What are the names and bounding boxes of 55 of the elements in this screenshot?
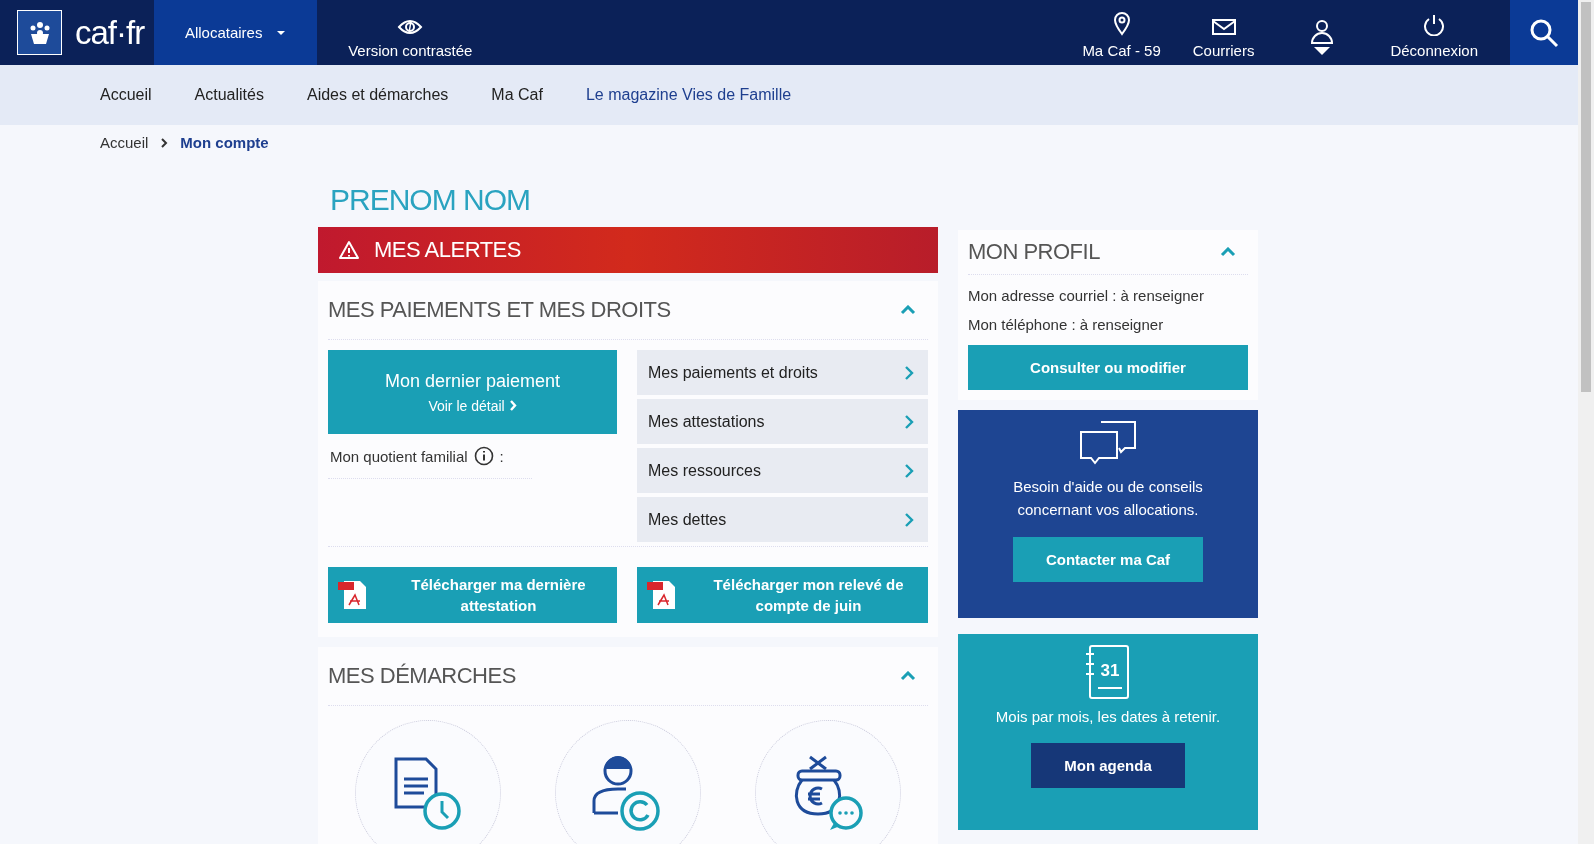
- user-caret-icon: [1310, 19, 1335, 57]
- my-caf-link[interactable]: Ma Caf - 59: [1066, 0, 1177, 65]
- section-heading: MON PROFIL: [968, 239, 1100, 265]
- eye-icon: [397, 18, 424, 36]
- warning-icon: [338, 240, 360, 260]
- account-link[interactable]: Mes attestations: [637, 399, 928, 444]
- nav-link[interactable]: Ma Caf: [491, 86, 543, 104]
- audience-dropdown[interactable]: Allocataires: [154, 0, 318, 65]
- section-heading: MES DÉMARCHES: [328, 663, 516, 689]
- chevron-up-icon: [900, 304, 916, 315]
- chevron-up-icon: [1220, 246, 1236, 257]
- chevron-right-icon: [508, 399, 517, 411]
- info-icon[interactable]: [473, 446, 494, 466]
- search-button[interactable]: [1510, 0, 1578, 65]
- chevron-right-icon: [904, 414, 914, 429]
- contrast-toggle[interactable]: Version contrastée: [331, 0, 490, 65]
- envelope-icon: [1211, 18, 1236, 36]
- account-link[interactable]: Mes ressources: [637, 448, 928, 493]
- calendar-day: 31: [1100, 661, 1120, 680]
- site-logo-text[interactable]: caf·fr: [75, 14, 145, 65]
- caret-down-icon: [276, 29, 287, 36]
- nav-link[interactable]: Aides et démarches: [306, 86, 449, 104]
- nav-link[interactable]: Actualités: [194, 86, 264, 104]
- logout-link[interactable]: Déconnexion: [1374, 0, 1494, 65]
- alerts-banner[interactable]: MES ALERTES: [318, 227, 938, 273]
- scrollbar-thumb[interactable]: [1581, 2, 1591, 392]
- chat-bubbles-icon: [1079, 420, 1137, 466]
- user-name-heading: PRENOM NOM: [330, 183, 531, 217]
- pdf-file-icon: [338, 579, 368, 611]
- section-heading: MES PAIEMENTS ET MES DROITS: [328, 297, 671, 323]
- chevron-right-icon: [904, 463, 914, 478]
- quotient-colon: :: [499, 447, 504, 465]
- chevron-right-icon: [160, 137, 169, 148]
- agenda-text: Mois par mois, les dates à retenir.: [995, 707, 1221, 727]
- account-link[interactable]: Mes dettes: [637, 497, 928, 542]
- pdf-file-icon: [647, 579, 677, 611]
- chevron-up-icon: [900, 670, 916, 681]
- profile-field: Mon téléphone : à renseigner: [968, 316, 1248, 333]
- profile-field: Mon adresse courriel : à renseigner: [968, 287, 1248, 304]
- search-icon: [1529, 17, 1559, 48]
- agenda-button[interactable]: Mon agenda: [1031, 742, 1185, 788]
- chevron-right-icon: [904, 365, 914, 380]
- mail-link[interactable]: Courriers: [1176, 0, 1271, 65]
- breadcrumb-link[interactable]: Mon compte: [180, 134, 269, 151]
- breadcrumb-link[interactable]: Accueil: [100, 134, 149, 151]
- map-pin-icon: [1112, 12, 1131, 36]
- logo-emblem-icon[interactable]: [17, 10, 62, 55]
- help-text: Besoin d'aide ou de conseils concernant vos allocations.: [1012, 477, 1204, 520]
- quotient-label: Mon quotient familial: [330, 447, 468, 465]
- account-link[interactable]: Mes paiements et droits: [637, 350, 928, 395]
- power-icon: [1423, 14, 1446, 36]
- nav-link[interactable]: Le magazine Vies de Famille: [585, 86, 792, 104]
- nav-link[interactable]: Accueil: [100, 86, 152, 104]
- chevron-right-icon: [904, 512, 914, 527]
- scrollbar[interactable]: [1578, 0, 1594, 844]
